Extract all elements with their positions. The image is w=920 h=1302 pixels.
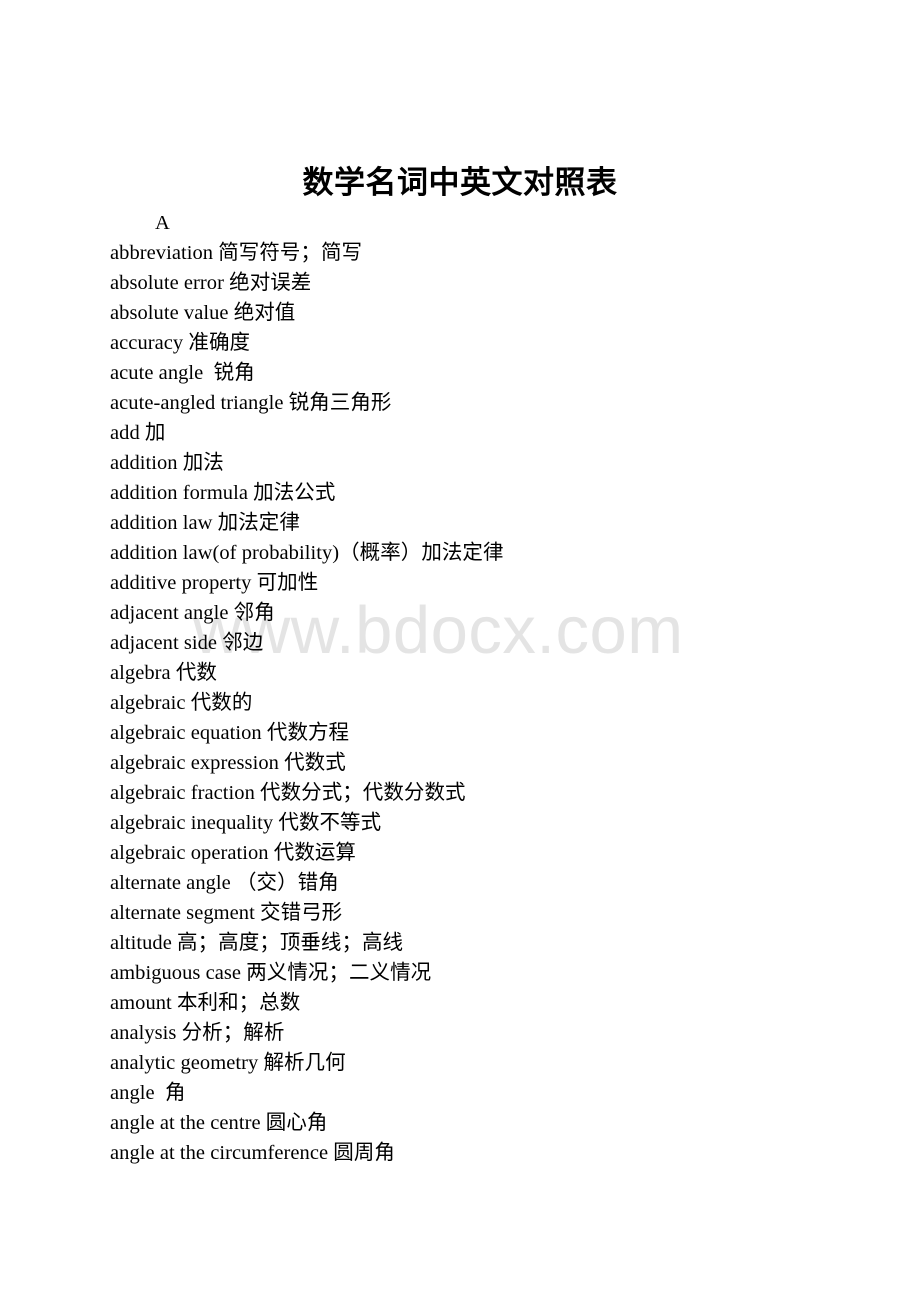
glossary-entry: abbreviation 简写符号；简写 <box>110 242 363 264</box>
glossary-entry: algebraic operation 代数运算 <box>110 842 356 864</box>
glossary-entry: addition law(of probability)（概率）加法定律 <box>110 542 504 564</box>
glossary-entry: adjacent angle 邻角 <box>110 602 275 624</box>
glossary-entry: altitude 高；高度；顶垂线；高线 <box>110 932 404 954</box>
glossary-entry: ambiguous case 两义情况；二义情况 <box>110 962 432 984</box>
glossary-entry: accuracy 准确度 <box>110 332 251 354</box>
glossary-entry: absolute error 绝对误差 <box>110 272 312 294</box>
glossary-entry: alternate angle （交）错角 <box>110 872 339 894</box>
glossary-entry: analytic geometry 解析几何 <box>110 1052 346 1074</box>
glossary-entry: angle at the circumference 圆周角 <box>110 1142 395 1164</box>
glossary-entry: alternate segment 交错弓形 <box>110 902 343 924</box>
glossary-entry: acute angle 锐角 <box>110 362 255 384</box>
glossary-entry: algebraic fraction 代数分式；代数分数式 <box>110 782 466 804</box>
glossary-list: Aabbreviation 简写符号；简写 absolute error 绝对误差… <box>110 208 890 1168</box>
glossary-entry: algebraic inequality 代数不等式 <box>110 812 382 834</box>
section-letter-heading: A <box>155 212 170 234</box>
glossary-entry: analysis 分析；解析 <box>110 1022 285 1044</box>
glossary-entry: angle 角 <box>110 1082 186 1104</box>
document-page: 数学名词中英文对照表 Aabbreviation 简写符号；简写 absolute… <box>0 0 920 1302</box>
glossary-entry: addition 加法 <box>110 452 224 474</box>
glossary-entry: angle at the centre 圆心角 <box>110 1112 328 1134</box>
glossary-entry: addition formula 加法公式 <box>110 482 336 504</box>
glossary-entry: add 加 <box>110 422 166 444</box>
glossary-entry: acute-angled triangle 锐角三角形 <box>110 392 392 414</box>
glossary-entry: amount 本利和；总数 <box>110 992 301 1014</box>
glossary-entry: adjacent side 邻边 <box>110 632 264 654</box>
glossary-entry: algebra 代数 <box>110 662 217 684</box>
page-title: 数学名词中英文对照表 <box>302 164 618 200</box>
glossary-entry: algebraic 代数的 <box>110 692 253 714</box>
glossary-entry: addition law 加法定律 <box>110 512 300 534</box>
glossary-entry: algebraic equation 代数方程 <box>110 722 350 744</box>
glossary-entry: additive property 可加性 <box>110 572 319 594</box>
glossary-entry: absolute value 绝对值 <box>110 302 296 324</box>
glossary-entry: algebraic expression 代数式 <box>110 752 346 774</box>
